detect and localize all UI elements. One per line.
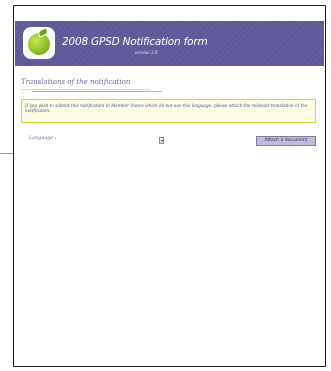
left-divider-line (0, 153, 14, 154)
form-version: version 1.0 (135, 50, 158, 55)
form-window: 2008 GPSD Notification form version 1.0 … (13, 5, 326, 367)
section-underline (32, 91, 162, 92)
header-banner: 2008 GPSD Notification form version 1.0 (15, 21, 324, 66)
section-title: Translations of the notification (21, 78, 150, 90)
form-title: 2008 GPSD Notification form (62, 36, 208, 48)
language-label: Language : (29, 136, 57, 141)
translation-notice: If you wish to submit this notification … (21, 99, 316, 123)
language-dropdown[interactable] (159, 137, 164, 144)
attach-document-button[interactable]: Attach a document (256, 136, 316, 146)
apple-logo-icon (23, 27, 55, 59)
